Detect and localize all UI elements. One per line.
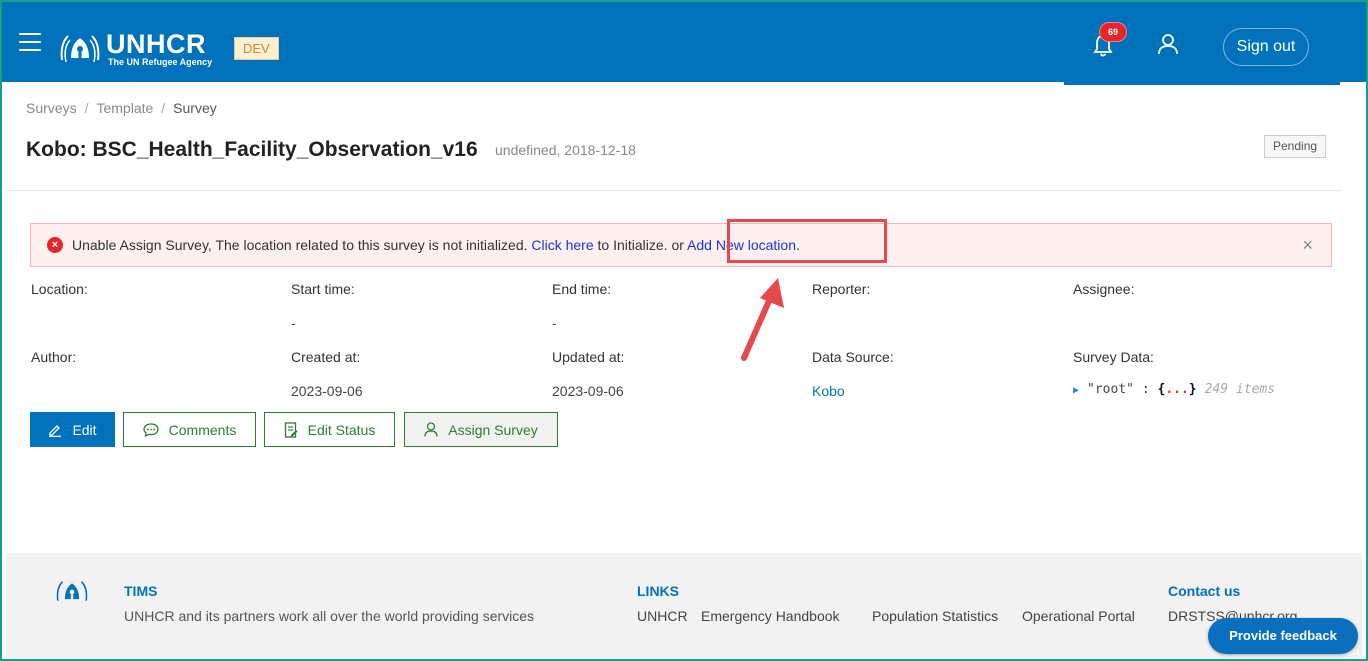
edit-button-label: Edit [72, 421, 97, 438]
app-frame: UNHCR The UN Refugee Agency DEV 69 Sign … [0, 0, 1368, 661]
logo-title: UNHCR [106, 29, 206, 59]
footer-link-population-statistics[interactable]: Population Statistics [872, 608, 998, 624]
breadcrumb: Surveys / Template / Survey [26, 100, 217, 116]
end-time-label: End time: [552, 281, 612, 297]
sign-out-button[interactable]: Sign out [1223, 28, 1309, 66]
breadcrumb-separator: / [84, 100, 89, 116]
close-icon[interactable]: × [1302, 235, 1313, 256]
comments-button-label: Comments [168, 421, 237, 438]
divider [6, 190, 1342, 191]
footer-links-heading: LINKS [637, 583, 679, 599]
json-close-brace: } [1188, 382, 1197, 397]
annotation-highlight-box [727, 219, 887, 263]
assign-survey-button[interactable]: Assign Survey [404, 412, 558, 447]
alert-text-middle: to Initialize. or [593, 237, 688, 253]
location-label: Location: [31, 281, 88, 297]
logo-subtitle: The UN Refugee Agency [108, 57, 213, 67]
reporter-label: Reporter: [812, 281, 871, 297]
footer-contact-heading: Contact us [1168, 583, 1241, 599]
assign-survey-button-label: Assign Survey [448, 421, 538, 438]
top-header: UNHCR The UN Refugee Agency DEV 69 Sign … [2, 2, 1366, 82]
footer: TIMS UNHCR and its partners work all ove… [6, 553, 1362, 659]
footer-link-operational-portal[interactable]: Operational Portal [1022, 608, 1135, 624]
breadcrumb-template[interactable]: Template [96, 100, 153, 116]
breadcrumb-surveys[interactable]: Surveys [26, 100, 77, 116]
json-root-key: "root" [1087, 382, 1134, 397]
data-source-label: Data Source: [812, 349, 894, 365]
click-here-link[interactable]: Click here [531, 237, 593, 253]
comment-icon [143, 422, 159, 437]
menu-icon[interactable] [19, 33, 41, 51]
footer-link-unhcr[interactable]: UNHCR [637, 608, 688, 624]
author-label: Author: [31, 349, 77, 365]
notification-count-badge[interactable]: 69 [1099, 22, 1127, 42]
error-alert: × Unable Assign Survey, The location rel… [30, 223, 1332, 267]
edit-button[interactable]: Edit [30, 412, 115, 447]
end-time-value: - [552, 315, 557, 331]
user-icon[interactable] [1157, 33, 1179, 55]
provide-feedback-button[interactable]: Provide feedback [1208, 618, 1358, 654]
footer-tims-heading: TIMS [124, 583, 158, 599]
assignee-label: Assignee: [1073, 281, 1135, 297]
updated-at-value: 2023-09-06 [552, 383, 624, 399]
error-icon: × [47, 237, 63, 253]
annotation-arrow-icon [741, 278, 784, 361]
pencil-icon [49, 424, 62, 437]
json-viewer: ▶ "root" : {...} 249 items [1073, 382, 1275, 397]
edit-status-button-label: Edit Status [307, 421, 376, 438]
user-icon [424, 422, 438, 437]
unhcr-emblem-icon [60, 35, 100, 63]
unhcr-emblem-icon [56, 581, 88, 601]
header-accent [1064, 82, 1340, 85]
env-badge: DEV [234, 37, 279, 60]
start-time-value: - [291, 315, 296, 331]
unhcr-logo[interactable]: UNHCR The UN Refugee Agency [58, 30, 212, 68]
created-at-label: Created at: [291, 349, 361, 365]
data-source-link[interactable]: Kobo [812, 383, 845, 399]
updated-at-label: Updated at: [552, 349, 625, 365]
json-ellipsis[interactable]: ... [1165, 382, 1188, 397]
footer-link-emergency-handbook[interactable]: Emergency Handbook [701, 608, 840, 624]
page-meta: undefined, 2018-12-18 [495, 142, 636, 158]
breadcrumb-survey: Survey [173, 100, 217, 116]
alert-message: Unable Assign Survey, The location relat… [72, 237, 800, 253]
json-item-count: 249 items [1204, 382, 1276, 397]
status-badge: Pending [1264, 135, 1327, 158]
start-time-label: Start time: [291, 281, 355, 297]
expand-caret-icon[interactable]: ▶ [1073, 385, 1079, 396]
comments-button[interactable]: Comments [123, 412, 256, 447]
footer-tims-text: UNHCR and its partners work all over the… [124, 608, 535, 624]
created-at-value: 2023-09-06 [291, 383, 363, 399]
survey-data-label: Survey Data: [1073, 349, 1154, 365]
page-title: Kobo: BSC_Health_Facility_Observation_v1… [26, 138, 478, 161]
document-edit-icon [284, 421, 298, 438]
alert-text-before: Unable Assign Survey, The location relat… [72, 237, 532, 253]
edit-status-button[interactable]: Edit Status [264, 412, 395, 447]
breadcrumb-separator: / [161, 100, 166, 116]
json-colon: : [1134, 382, 1158, 397]
